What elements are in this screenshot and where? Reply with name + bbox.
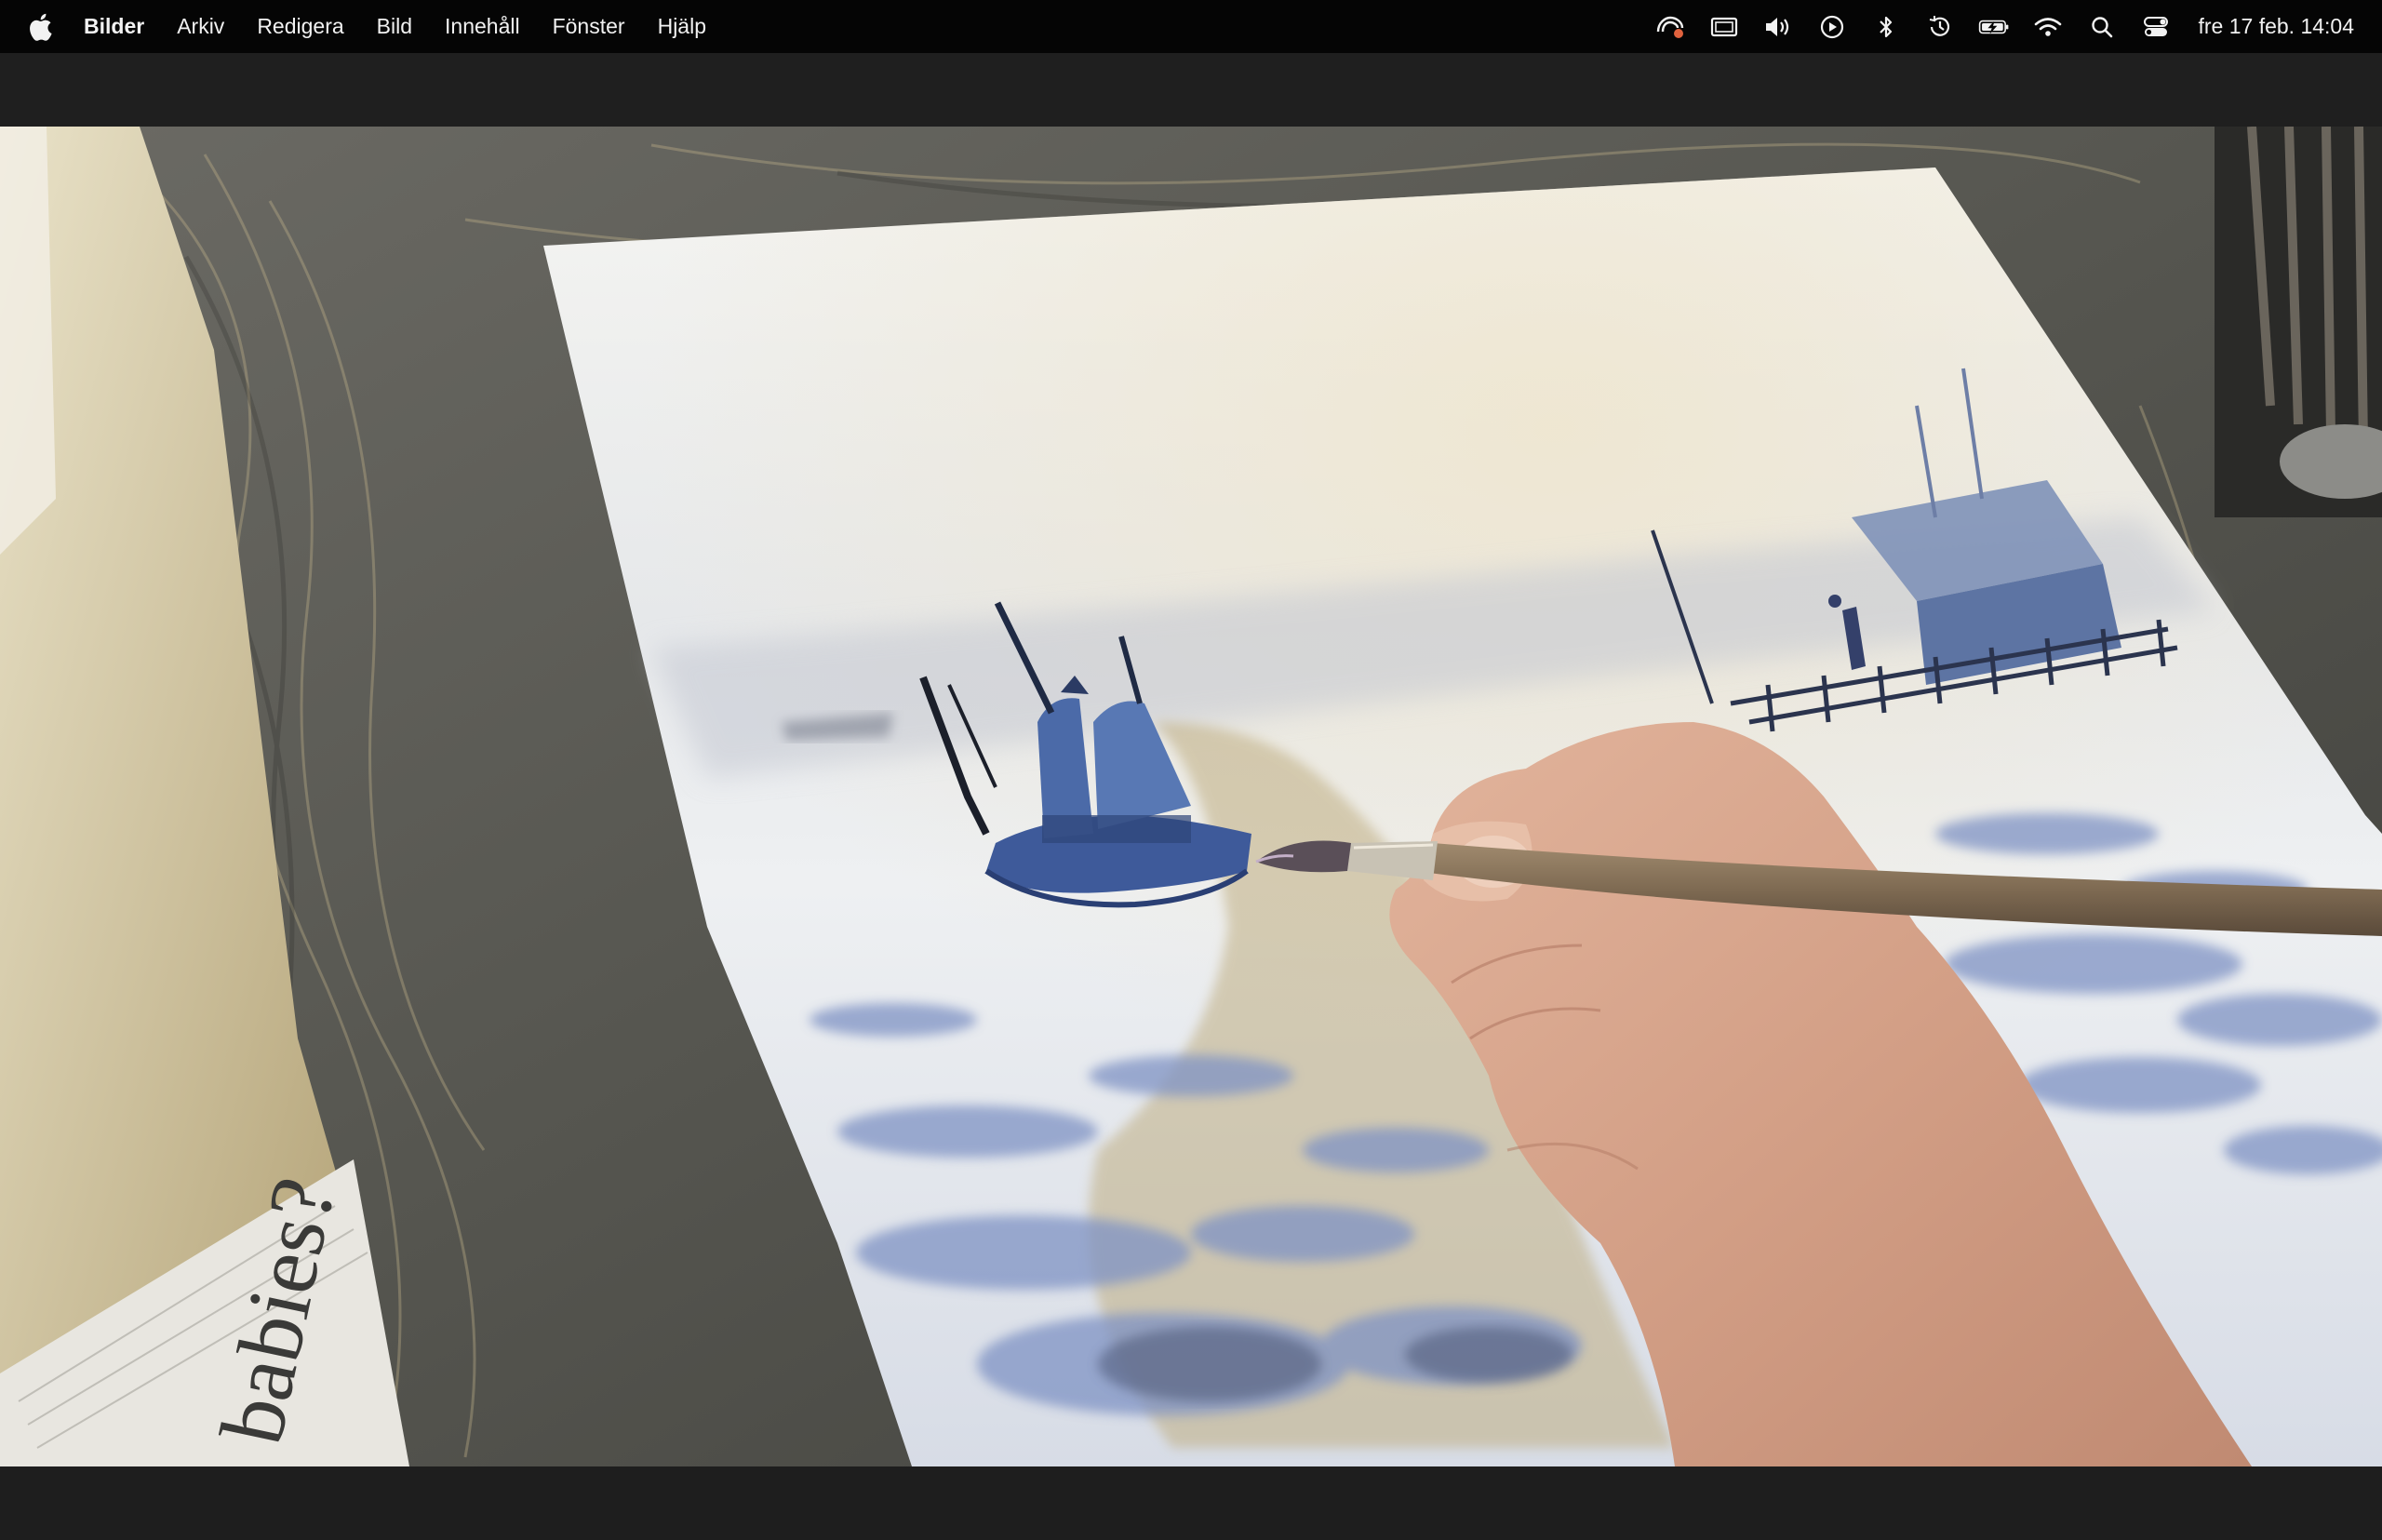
spotlight-search-icon[interactable]: [2086, 13, 2118, 41]
menu-fonster[interactable]: Fönster: [553, 14, 625, 39]
bluetooth-icon[interactable]: [1870, 13, 1902, 41]
control-center-icon[interactable]: [2140, 13, 2172, 41]
wifi-icon[interactable]: [2032, 13, 2064, 41]
menu-hjalp[interactable]: Hjälp: [658, 14, 706, 39]
menu-redigera[interactable]: Redigera: [257, 14, 343, 39]
display-icon[interactable]: [1708, 13, 1740, 41]
menu-innehall[interactable]: Innehåll: [445, 14, 520, 39]
window-top-area: [0, 53, 2382, 127]
menu-bild[interactable]: Bild: [377, 14, 412, 39]
watercolor-photo-illustration: babies?: [0, 127, 2382, 1466]
screen-recording-icon[interactable]: [1654, 13, 1686, 41]
menu-bar-clock[interactable]: fre 17 feb. 14:04: [2198, 14, 2354, 39]
menu-bar-right: fre 17 feb. 14:04: [1632, 0, 2354, 53]
menu-bar-left: Bilder Arkiv Redigera Bild Innehåll Föns…: [0, 0, 739, 53]
volume-icon[interactable]: [1762, 13, 1794, 41]
now-playing-icon[interactable]: [1816, 13, 1848, 41]
photo-view[interactable]: babies?: [0, 127, 2382, 1466]
apple-menu-icon[interactable]: [28, 13, 52, 41]
battery-charging-icon[interactable]: [1978, 13, 2010, 41]
time-machine-icon[interactable]: [1924, 13, 1956, 41]
window-bottom-area: [0, 1466, 2382, 1540]
menu-arkiv[interactable]: Arkiv: [177, 14, 224, 39]
menu-app-name[interactable]: Bilder: [84, 14, 144, 39]
menu-bar: Bilder Arkiv Redigera Bild Innehåll Föns…: [0, 0, 2382, 53]
